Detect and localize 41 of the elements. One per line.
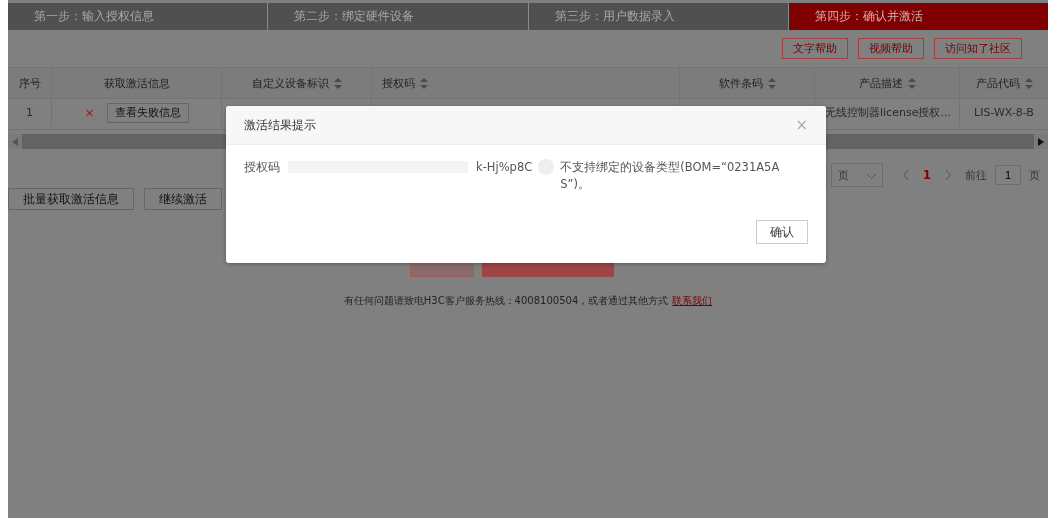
sort-icon[interactable] <box>1024 77 1033 89</box>
column-header: 软件条码 <box>718 75 763 91</box>
contact-link[interactable]: 联系我们 <box>672 295 713 306</box>
failure-mark: × <box>84 105 95 120</box>
column-header: 序号 <box>18 75 41 91</box>
step-tab[interactable]: 第三步：用户数据录入 <box>528 3 789 30</box>
column-header: 自定义设备标识 <box>251 75 329 91</box>
step-tab[interactable]: 第一步：输入授权信息 <box>8 3 269 30</box>
page-number[interactable]: 1 <box>922 168 931 182</box>
step-tab[interactable]: 第二步：绑定硬件设备 <box>268 3 529 30</box>
batch-button[interactable]: 批量获取激活信息 <box>8 188 134 210</box>
hotline-text: 有任何问题请致电H3C客户服务热线：4008100504，或者通过其他方式 <box>343 295 669 306</box>
page-suffix: 页 <box>1029 167 1040 183</box>
column-header: 产品代码 <box>975 75 1020 91</box>
help-button[interactable]: 文字帮助 <box>782 38 848 59</box>
page-size-select[interactable]: 页 <box>830 163 883 187</box>
sort-icon[interactable] <box>767 77 776 89</box>
batch-button[interactable]: 继续激活 <box>144 188 222 210</box>
help-button[interactable]: 视频帮助 <box>858 38 924 59</box>
column-header: 产品描述 <box>858 75 903 91</box>
sort-icon[interactable] <box>420 77 428 89</box>
table-cell: 无线控制器license授权... <box>825 105 951 120</box>
column-header: 授权码 <box>382 75 415 91</box>
dialog-title: 激活结果提示 <box>244 116 316 134</box>
code-fragment: k-Hj%p8C <box>476 159 533 176</box>
sort-icon[interactable] <box>333 77 342 89</box>
previous-page-icon[interactable] <box>902 170 909 180</box>
next-page-icon[interactable] <box>945 170 951 180</box>
goto-page-field[interactable]: 1 <box>995 165 1021 185</box>
sort-icon[interactable] <box>907 77 916 89</box>
help-button[interactable]: 访问知了社区 <box>934 38 1022 59</box>
message-text: 不支持绑定的设备类型(BOM=“0231A5AS”)。 <box>560 159 781 193</box>
view-failure-button[interactable]: 查看失败信息 <box>106 102 189 123</box>
message-label: 授权码 <box>244 159 280 176</box>
table-cell: LIS-WX-8-B <box>974 106 1034 119</box>
goto-label: 前往 <box>965 167 987 183</box>
column-header: 获取激活信息 <box>103 75 170 91</box>
table-cell: 1 <box>26 106 33 119</box>
step-tab[interactable]: 第四步：确认并激活 <box>788 3 1048 30</box>
confirm-button[interactable]: 确认 <box>756 220 808 244</box>
close-icon[interactable]: × <box>795 116 808 134</box>
